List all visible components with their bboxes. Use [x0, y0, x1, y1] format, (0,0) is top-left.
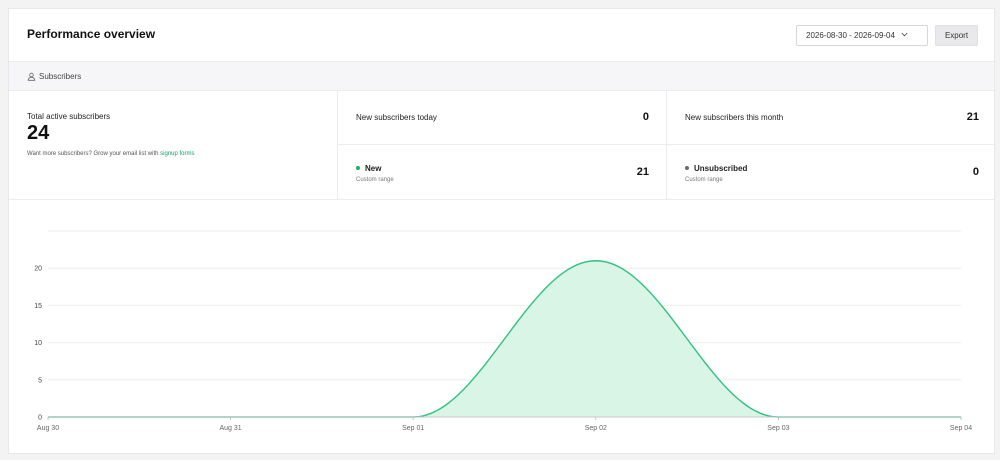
y-tick-label: 15 [34, 303, 42, 310]
performance-card: Performance overview 2026-08-30 - 2026-0… [8, 8, 996, 455]
stat-value: 21 [966, 111, 979, 123]
stat-label: New subscribers today [356, 113, 437, 122]
signup-forms-link[interactable]: signup forms [160, 151, 194, 157]
header: Performance overview 2026-08-30 - 2026-0… [9, 9, 994, 61]
stat-unsubscribed: Unsubscribed Custom range 0 [667, 145, 996, 200]
user-icon [27, 72, 36, 81]
chart-svg: 0 5 10 15 20 Aug 30 Aug 31 Sep 01 Sep 02 Sep 03 S… [34, 230, 972, 432]
stat-new-month: New subscribers this month 21 [667, 91, 996, 145]
stat-label: New subscribers this month [685, 113, 784, 122]
stat-new-today: New subscribers today 0 [338, 91, 667, 145]
legend-dot-unsubscribed [685, 165, 689, 170]
stat-value: 21 [636, 166, 649, 178]
date-range-value: 2026-08-30 - 2026-09-04 [806, 31, 895, 40]
x-tick-label: Aug 31 [220, 425, 242, 432]
note-text: Want more subscribers? Grow your email l… [27, 151, 159, 157]
y-axis-ticks: 0 5 10 15 20 [34, 266, 42, 422]
stat-label: Unsubscribed [694, 164, 748, 173]
tab-subscribers[interactable]: Subscribers [27, 72, 81, 81]
x-tick-label: Aug 30 [37, 425, 59, 432]
stat-sub: Custom range [356, 177, 394, 183]
legend-dot-new [356, 165, 360, 170]
subscribers-chart: 0 5 10 15 20 Aug 30 Aug 31 Sep 01 Sep 02 Sep 03 S… [9, 200, 994, 455]
export-button[interactable]: Export [935, 25, 978, 46]
x-tick-label: Sep 02 [585, 425, 607, 432]
stat-new: New Custom range 21 [338, 145, 667, 200]
stats-panel: Total active subscribers 24 Want more su… [9, 91, 996, 200]
tab-label: Subscribers [39, 71, 82, 81]
stat-sub: Custom range [685, 177, 723, 183]
stat-label: New [365, 164, 382, 173]
y-tick-label: 5 [38, 377, 42, 384]
stat-value: 0 [642, 111, 649, 123]
date-range-picker[interactable]: 2026-08-30 - 2026-09-04 [796, 25, 928, 46]
stat-label-row: Unsubscribed [685, 164, 747, 173]
total-active-subscribers: Total active subscribers 24 Want more su… [9, 91, 338, 200]
x-tick-label: Sep 03 [767, 425, 789, 432]
total-label: Total active subscribers [27, 112, 111, 121]
page-title: Performance overview [27, 27, 156, 41]
x-axis-ticks: Aug 30 Aug 31 Sep 01 Sep 02 Sep 03 Sep 04 [37, 417, 972, 432]
chevron-down-icon [901, 32, 908, 39]
y-tick-label: 0 [38, 415, 42, 422]
y-tick-label: 10 [34, 340, 42, 347]
stat-label-row: New [356, 164, 381, 173]
tab-bar: Subscribers [9, 61, 994, 91]
x-tick-label: Sep 01 [402, 425, 424, 432]
total-value: 24 [27, 122, 50, 144]
total-note: Want more subscribers? Grow your email l… [27, 151, 195, 157]
stat-value: 0 [972, 166, 979, 178]
x-tick-label: Sep 04 [950, 425, 972, 432]
y-tick-label: 20 [34, 266, 42, 273]
